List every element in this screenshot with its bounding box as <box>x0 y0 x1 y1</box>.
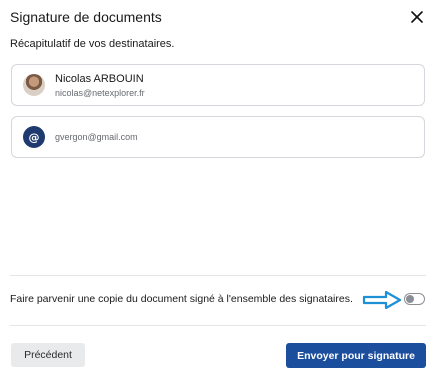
at-sign-icon: @ <box>23 126 45 148</box>
divider <box>10 325 426 326</box>
arrow-right-icon <box>362 290 402 310</box>
copy-toggle[interactable] <box>404 293 425 305</box>
previous-button[interactable]: Précédent <box>11 343 85 367</box>
toggle-knob <box>406 295 414 303</box>
recipient-card: @ gvergon@gmail.com <box>11 116 425 158</box>
avatar <box>23 74 45 96</box>
close-icon <box>411 11 423 23</box>
recipient-card: Nicolas ARBOUIN nicolas@netexplorer.fr <box>11 64 425 106</box>
signature-dialog: Signature de documents Récapitulatif de … <box>0 0 440 382</box>
copy-option-label: Faire parvenir une copie du document sig… <box>10 293 353 305</box>
divider <box>10 275 426 276</box>
recipient-email: gvergon@gmail.com <box>55 132 138 142</box>
recipient-email: nicolas@netexplorer.fr <box>55 88 145 98</box>
send-for-signature-button[interactable]: Envoyer pour signature <box>286 343 426 368</box>
recipient-name: Nicolas ARBOUIN <box>55 73 144 85</box>
dialog-title: Signature de documents <box>10 9 162 25</box>
recipients-summary-label: Récapitulatif de vos destinataires. <box>10 38 175 50</box>
close-button[interactable] <box>409 9 425 25</box>
